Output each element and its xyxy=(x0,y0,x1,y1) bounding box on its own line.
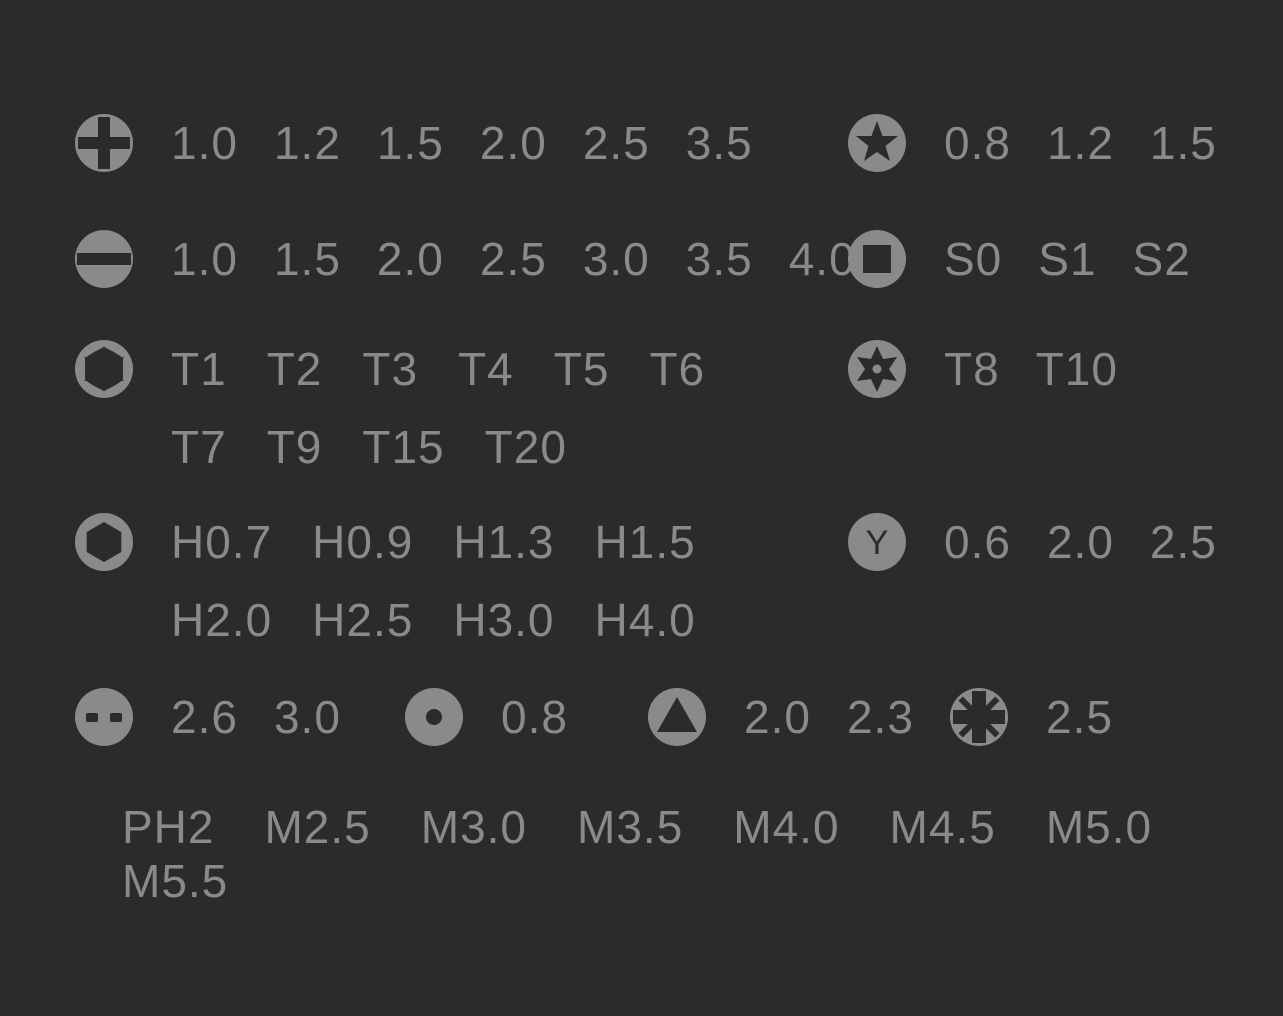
hex-row: H0.7 H0.9 H1.3 H1.5 H2.0 H2.5 H3.0 H4.0 xyxy=(75,513,871,647)
size-value: H1.5 xyxy=(595,515,696,569)
misc-values: PH2 M2.5 M3.0 M3.5 M4.0 M4.5 M5.0 M5.5 xyxy=(122,800,1283,908)
size-value: T4 xyxy=(458,342,514,396)
size-value: 1.5 xyxy=(1150,116,1217,170)
size-value: H2.5 xyxy=(312,593,413,647)
bit-size-chart: 1.0 1.2 1.5 2.0 2.5 3.5 0.8 1.2 1.5 xyxy=(0,0,1283,1016)
size-value: H0.9 xyxy=(312,515,413,569)
size-value: S0 xyxy=(944,232,1002,286)
triwing-values: 0.6 2.0 2.5 xyxy=(944,515,1217,569)
pentalobe-row: 0.8 1.2 1.5 xyxy=(848,114,1217,172)
star-icon xyxy=(848,114,906,172)
size-value: T20 xyxy=(485,420,567,474)
size-value: M4.5 xyxy=(890,800,996,854)
size-value: 1.2 xyxy=(1047,116,1114,170)
size-value: T7 xyxy=(171,420,227,474)
square-icon xyxy=(848,230,906,288)
size-value: S2 xyxy=(1133,232,1191,286)
size-value: M5.5 xyxy=(122,854,228,908)
torx-security-row: T8 T10 xyxy=(848,340,1118,398)
triangle-icon xyxy=(648,688,706,746)
size-value: T8 xyxy=(944,342,1000,396)
triangle-values: 2.0 2.3 xyxy=(744,690,914,744)
torx-row: T1 T2 T3 T4 T5 T6 T7 T9 T15 T20 xyxy=(75,340,791,474)
square-values: S0 S1 S2 xyxy=(944,232,1191,286)
torx-security-values: T8 T10 xyxy=(944,342,1118,396)
spanner-icon xyxy=(75,688,133,746)
size-value: 2.3 xyxy=(847,690,914,744)
pozidriv-row: 2.5 xyxy=(950,688,1113,746)
spanner-values: 2.6 3.0 xyxy=(171,690,341,744)
slotted-row: 1.0 1.5 2.0 2.5 3.0 3.5 4.0 xyxy=(75,230,856,288)
size-value: S1 xyxy=(1038,232,1096,286)
misc-row: PH2 M2.5 M3.0 M3.5 M4.0 M4.5 M5.0 M5.5 xyxy=(122,800,1283,908)
size-value: 1.5 xyxy=(377,116,444,170)
torx-icon xyxy=(75,340,133,398)
hex-values: H0.7 H0.9 H1.3 H1.5 H2.0 H2.5 H3.0 H4.0 xyxy=(171,515,871,647)
size-value: 2.0 xyxy=(1047,515,1114,569)
standoff-row: 0.8 xyxy=(405,688,568,746)
size-value: M2.5 xyxy=(264,800,370,854)
size-value: 3.0 xyxy=(583,232,650,286)
standoff-values: 0.8 xyxy=(501,690,568,744)
size-value: M3.5 xyxy=(577,800,683,854)
size-value: T3 xyxy=(362,342,418,396)
pozidriv-values: 2.5 xyxy=(1046,690,1113,744)
triangle-row: 2.0 2.3 xyxy=(648,688,914,746)
size-value: PH2 xyxy=(122,800,214,854)
phillips-values: 1.0 1.2 1.5 2.0 2.5 3.5 xyxy=(171,116,753,170)
size-value: H2.0 xyxy=(171,593,272,647)
square-row: S0 S1 S2 xyxy=(848,230,1191,288)
size-value: 2.5 xyxy=(1150,515,1217,569)
size-value: 2.0 xyxy=(377,232,444,286)
size-value: T2 xyxy=(267,342,323,396)
pentalobe-values: 0.8 1.2 1.5 xyxy=(944,116,1217,170)
size-value: H1.3 xyxy=(453,515,554,569)
size-value: 1.5 xyxy=(274,232,341,286)
dot-icon xyxy=(405,688,463,746)
size-value: T5 xyxy=(554,342,610,396)
phillips-icon xyxy=(75,114,133,172)
slotted-values: 1.0 1.5 2.0 2.5 3.0 3.5 4.0 xyxy=(171,232,856,286)
y-icon: Y xyxy=(848,513,906,571)
size-value: M5.0 xyxy=(1046,800,1152,854)
size-value: H0.7 xyxy=(171,515,272,569)
size-value: 3.5 xyxy=(686,232,753,286)
size-value: 3.5 xyxy=(686,116,753,170)
size-value: 0.8 xyxy=(944,116,1011,170)
size-value: T1 xyxy=(171,342,227,396)
size-value: H4.0 xyxy=(595,593,696,647)
size-value: 2.0 xyxy=(480,116,547,170)
size-value: M4.0 xyxy=(733,800,839,854)
slot-icon xyxy=(75,230,133,288)
hex-icon xyxy=(75,513,133,571)
size-value: 1.2 xyxy=(274,116,341,170)
torx-security-icon xyxy=(848,340,906,398)
spanner-row: 2.6 3.0 xyxy=(75,688,341,746)
torx-values: T1 T2 T3 T4 T5 T6 T7 T9 T15 T20 xyxy=(171,342,791,474)
size-value: H3.0 xyxy=(453,593,554,647)
size-value: 2.6 xyxy=(171,690,238,744)
size-value: 3.0 xyxy=(274,690,341,744)
size-value: 0.8 xyxy=(501,690,568,744)
size-value: 2.0 xyxy=(744,690,811,744)
size-value: T9 xyxy=(267,420,323,474)
triwing-row: Y 0.6 2.0 2.5 xyxy=(848,513,1217,571)
size-value: 1.0 xyxy=(171,232,238,286)
size-value: 2.5 xyxy=(1046,690,1113,744)
size-value: 2.5 xyxy=(480,232,547,286)
pozidriv-icon xyxy=(950,688,1008,746)
size-value: M3.0 xyxy=(421,800,527,854)
phillips-row: 1.0 1.2 1.5 2.0 2.5 3.5 xyxy=(75,114,753,172)
size-value: T15 xyxy=(362,420,444,474)
size-value: T10 xyxy=(1036,342,1118,396)
svg-text:Y: Y xyxy=(866,524,889,562)
size-value: 4.0 xyxy=(789,232,856,286)
size-value: T6 xyxy=(649,342,705,396)
size-value: 0.6 xyxy=(944,515,1011,569)
size-value: 2.5 xyxy=(583,116,650,170)
size-value: 1.0 xyxy=(171,116,238,170)
